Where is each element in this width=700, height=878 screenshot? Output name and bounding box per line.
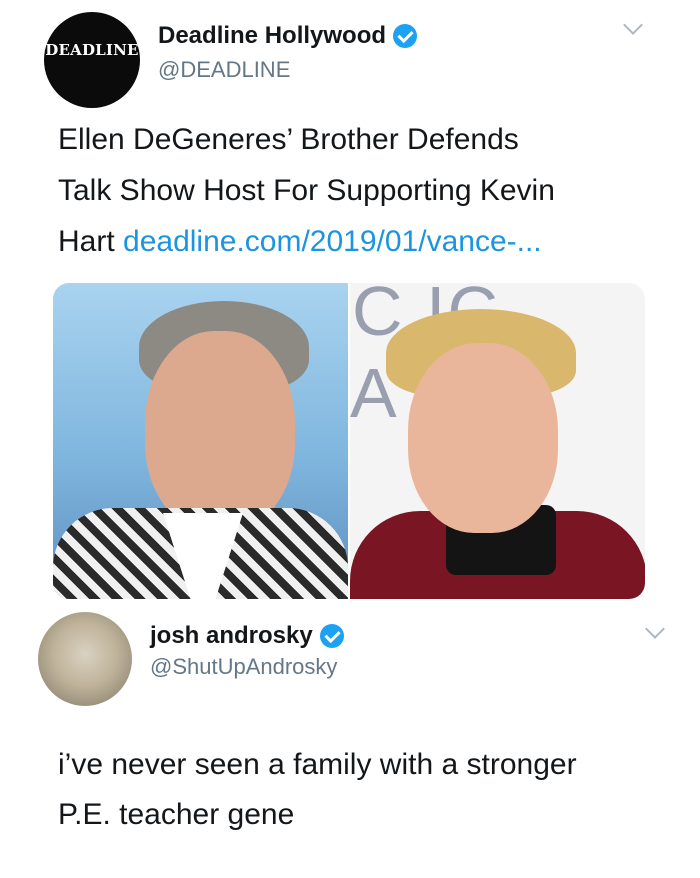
verified-badge-icon (319, 624, 344, 648)
author-name[interactable]: Deadline Hollywood (158, 22, 418, 50)
author-name-text: Deadline Hollywood (158, 22, 387, 49)
tweet-text-line-3: Hart deadline.com/2019/01/vance-... (58, 216, 658, 267)
reply-text-line-2: P.E. teacher gene (58, 798, 295, 831)
tweet-card: DEADLINE Deadline Hollywood @DEADLINE El… (0, 0, 700, 610)
reply-text-line-1: i’ve never seen a family with a stronger (58, 748, 577, 781)
reply-text: i’ve never seen a family with a stronger… (58, 740, 678, 840)
author-handle[interactable]: @DEADLINE (158, 57, 290, 83)
avatar-josh[interactable] (38, 612, 132, 706)
tweet-text-line-1: Ellen DeGeneres’ Brother Defends (58, 123, 519, 156)
chevron-down-icon[interactable] (645, 619, 665, 639)
chevron-down-icon[interactable] (623, 15, 643, 35)
avatar-logo-text: DEADLINE (45, 41, 139, 59)
photo-face (145, 331, 295, 531)
tweet-link[interactable]: deadline.com/2019/01/vance-... (123, 225, 542, 258)
reply-author-name-text: josh androsky (150, 622, 313, 649)
avatar-deadline[interactable]: DEADLINE (44, 12, 140, 108)
reply-author-handle[interactable]: @ShutUpAndrosky (150, 654, 337, 680)
photo-right[interactable]: C IC A RD (350, 283, 645, 599)
photo-left[interactable] (53, 283, 348, 599)
tweet-media[interactable]: C IC A RD (53, 283, 645, 599)
tweet-text-line-2: Talk Show Host For Supporting Kevin (58, 174, 555, 207)
verified-badge-icon (393, 24, 418, 48)
reply-card: josh androsky @ShutUpAndrosky i’ve never… (0, 606, 700, 878)
photo-face (408, 343, 558, 533)
reply-author-name[interactable]: josh androsky (150, 622, 344, 650)
tweet-text-line-3-text: Hart (58, 225, 124, 258)
tweet-text: Ellen DeGeneres’ Brother Defends Talk Sh… (58, 114, 658, 267)
